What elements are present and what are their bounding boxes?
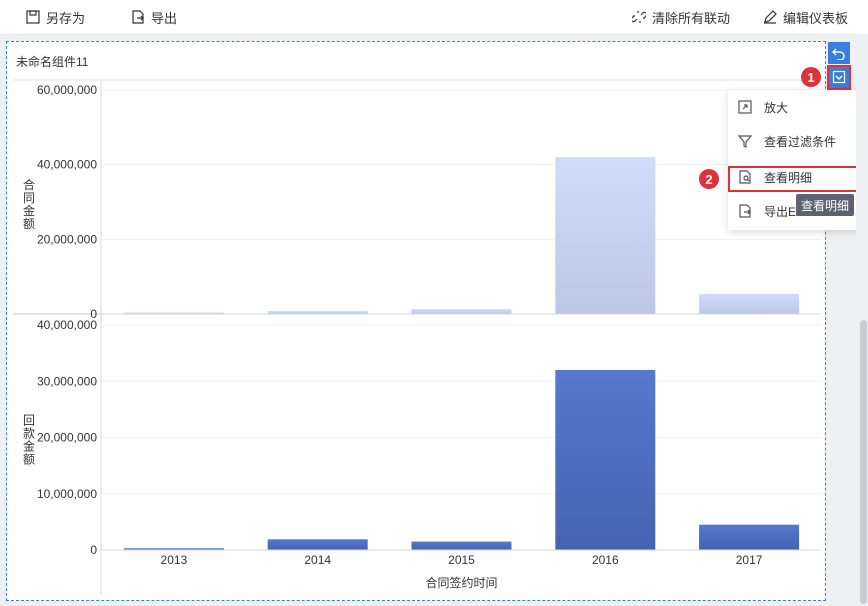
menu-item-zoom[interactable]: 放大 <box>728 90 868 124</box>
y-tick-label: 30,000,000 <box>37 374 97 388</box>
clear-links-button[interactable]: 清除所有联动 <box>632 0 730 34</box>
scrollbar-thumb[interactable] <box>860 320 867 604</box>
highlight-box-1 <box>827 65 851 90</box>
bar-payment-2016 <box>555 370 656 550</box>
save-icon <box>26 10 40 24</box>
bar-amount-2015 <box>411 309 512 314</box>
unlink-icon <box>632 11 646 23</box>
save-as-label: 另存为 <box>46 10 86 26</box>
bar-payment-2015 <box>411 541 512 550</box>
undo-icon <box>832 48 845 60</box>
y-tick-label: 20,000,000 <box>37 232 97 246</box>
chart-widget: 未命名组件11 60,000,000 40,000,000 20,000,000 0 合… <box>6 41 826 601</box>
back-button[interactable] <box>828 42 850 64</box>
export-button[interactable]: 导出 <box>131 0 177 34</box>
export-icon <box>132 10 144 24</box>
y-tick-label: 40,000,000 <box>37 318 97 332</box>
pencil-icon <box>764 10 777 24</box>
y-tick-label: 40,000,000 <box>37 158 97 172</box>
highlight-box-2 <box>728 166 867 192</box>
clear-links-label: 清除所有联动 <box>652 10 731 26</box>
bar-payment-2017 <box>699 524 800 550</box>
x-tick-label: 2017 <box>736 553 763 567</box>
x-tick-label: 2016 <box>592 553 619 567</box>
zoom-icon <box>738 100 752 114</box>
tooltip: 查看明细 <box>796 194 854 216</box>
menu-item-filter[interactable]: 查看过滤条件 <box>728 124 868 158</box>
bar-amount-2016 <box>555 157 656 314</box>
x-tick-label: 2015 <box>448 553 475 567</box>
save-as-button[interactable]: 另存为 <box>26 0 85 34</box>
step-badge-1: 1 <box>801 67 821 87</box>
y-tick-label: 10,000,000 <box>37 487 97 501</box>
export-label: 导出 <box>151 10 178 26</box>
step-badge-2: 2 <box>699 169 719 189</box>
edit-dashboard-label: 编辑仪表板 <box>783 10 849 26</box>
x-tick-label: 2014 <box>304 553 331 567</box>
bar-chart: 60,000,00040,000,00020,000,0000合同金额40,00… <box>13 79 821 594</box>
y-tick-label: 0 <box>90 543 97 557</box>
export-icon <box>739 204 751 218</box>
bar-amount-2017 <box>699 293 800 314</box>
filter-icon <box>738 135 752 148</box>
y-axis-label: 回款金额 <box>23 414 35 467</box>
toolbar: 另存为 导出 清除所有联动 编辑仪表板 <box>0 0 868 35</box>
bar-payment-2014 <box>267 539 368 550</box>
y-axis-label: 合同金额 <box>23 177 35 231</box>
y-tick-label: 20,000,000 <box>37 431 97 445</box>
menu-item-label: 查看过滤条件 <box>764 134 837 149</box>
x-tick-label: 2013 <box>161 553 188 567</box>
y-tick-label: 60,000,000 <box>37 83 97 97</box>
x-axis-label: 合同签约时间 <box>425 575 497 590</box>
menu-item-label: 放大 <box>764 100 789 115</box>
edit-dashboard-button[interactable]: 编辑仪表板 <box>763 0 848 34</box>
